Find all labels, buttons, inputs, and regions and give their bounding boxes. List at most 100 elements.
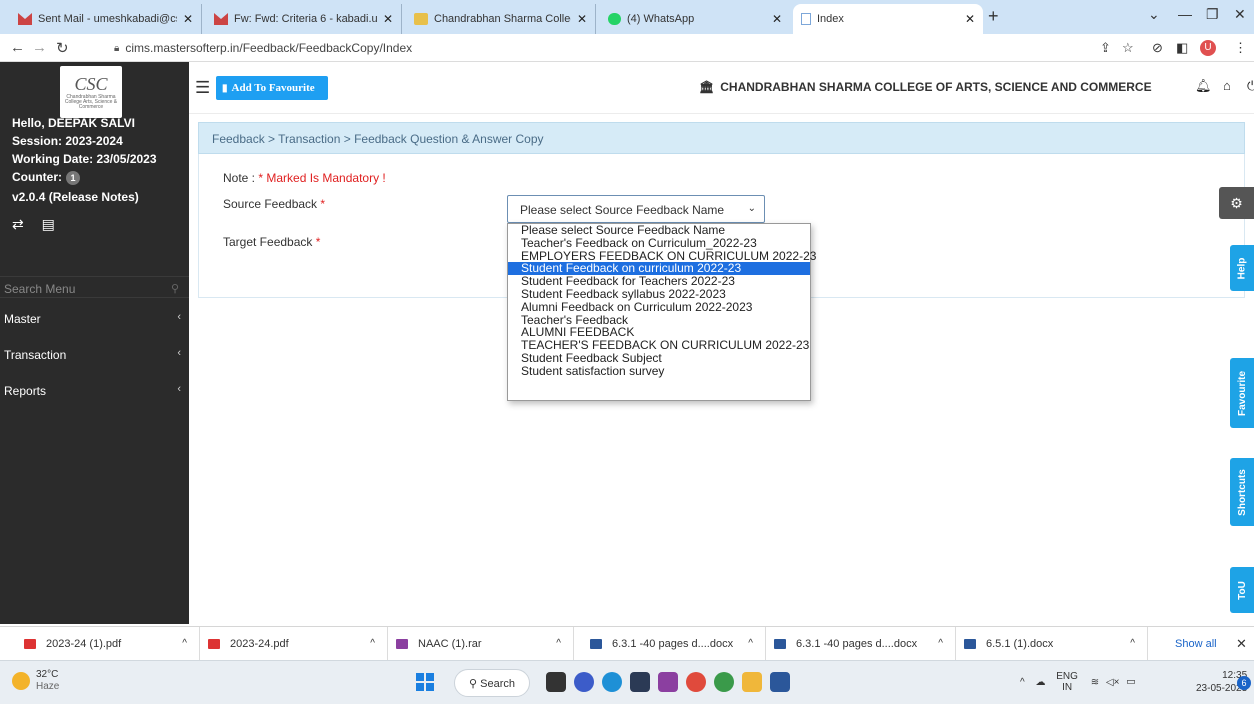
power-icon[interactable]: ⏻ bbox=[1247, 78, 1254, 94]
word-icon[interactable] bbox=[770, 672, 790, 692]
reload-icon[interactable]: ↻ bbox=[56, 39, 69, 57]
chevron-up-icon[interactable]: ^ bbox=[1130, 638, 1135, 649]
winrar-icon[interactable] bbox=[658, 672, 678, 692]
mandatory-note: Note : * Marked Is Mandatory ! bbox=[223, 171, 386, 185]
chevron-left-icon: ‹ bbox=[177, 347, 181, 359]
sidebar-item-transaction[interactable]: Transaction ‹ bbox=[0, 342, 189, 366]
sidebar: CSC Chandrabhan Sharma College Arts, Sci… bbox=[0, 62, 189, 624]
chevron-up-icon[interactable]: ^ bbox=[1020, 677, 1025, 688]
show-all-downloads-link[interactable]: Show all bbox=[1175, 638, 1217, 650]
restore-icon[interactable]: ❐ bbox=[1206, 6, 1219, 23]
back-icon[interactable]: ← bbox=[10, 39, 25, 56]
add-to-favourite-button[interactable]: ▮ Add To Favourite bbox=[216, 76, 328, 100]
download-item[interactable]: 6.5.1 (1).docx ^ bbox=[956, 627, 1148, 661]
word-file-icon bbox=[964, 639, 976, 649]
dropdown-option[interactable]: Student Feedback Subject bbox=[508, 352, 810, 365]
downloads-bar: 2023-24 (1).pdf ^ 2023-24.pdf ^ NAAC (1).r… bbox=[0, 626, 1254, 661]
forward-icon[interactable]: → bbox=[32, 39, 47, 56]
teams-chat-icon[interactable] bbox=[574, 672, 594, 692]
volume-icon[interactable]: ◁× bbox=[1106, 677, 1120, 688]
chevron-up-icon[interactable]: ^ bbox=[370, 638, 375, 649]
wifi-icon[interactable]: ≋ bbox=[1091, 677, 1099, 688]
windows-start-icon[interactable] bbox=[416, 673, 434, 691]
whatsapp-icon bbox=[608, 13, 621, 25]
browser-tab-active[interactable]: Index ✕ bbox=[793, 4, 983, 34]
chrome-profile-icon[interactable] bbox=[714, 672, 734, 692]
search-menu-input[interactable]: Search Menu ⚲ bbox=[0, 276, 189, 298]
gear-icon: ⚙ bbox=[1230, 195, 1243, 211]
download-item[interactable]: 6.3.1 -40 pages d....docx ^ bbox=[766, 627, 956, 661]
extension-icon[interactable]: ⊘ bbox=[1152, 40, 1163, 56]
close-tab-icon[interactable]: ✕ bbox=[772, 12, 782, 26]
close-tab-icon[interactable]: ✕ bbox=[183, 12, 193, 26]
hamburger-menu-icon[interactable]: ☰ bbox=[195, 78, 210, 98]
task-view-icon[interactable] bbox=[546, 672, 566, 692]
download-item[interactable]: 6.3.1 -40 pages d....docx ^ bbox=[582, 627, 766, 661]
chevron-down-icon: ⌄ bbox=[747, 203, 756, 214]
url-bar[interactable]: 🔒︎ cims.mastersofterp.in/Feedback/Feedba… bbox=[104, 36, 1124, 60]
chevron-up-icon[interactable]: ^ bbox=[182, 638, 187, 649]
download-item[interactable]: NAAC (1).rar ^ bbox=[388, 627, 574, 661]
taskbar-search[interactable]: ⚲ Search bbox=[454, 669, 530, 697]
bookmark-icon: ▮ bbox=[222, 82, 228, 94]
counter-badge: 1 bbox=[66, 171, 80, 185]
browser-tab[interactable]: Sent Mail - umeshkabadi@cscoll✕ bbox=[10, 4, 202, 34]
rar-archive-icon bbox=[396, 639, 408, 649]
shortcuts-tab[interactable]: Shortcuts bbox=[1230, 458, 1254, 526]
new-tab-icon[interactable]: + bbox=[988, 6, 999, 27]
help-tab[interactable]: Help bbox=[1230, 245, 1254, 291]
weather-widget[interactable]: 32°C Haze bbox=[12, 669, 59, 693]
notification-badge[interactable]: 6 bbox=[1237, 676, 1251, 690]
sidebar-icons: ⇄ ▤ bbox=[12, 216, 55, 233]
browser-tab[interactable]: Chandrabhan Sharma College - ✕ bbox=[406, 4, 596, 34]
chevron-up-icon[interactable]: ^ bbox=[556, 638, 561, 649]
college-logo[interactable]: CSC Chandrabhan Sharma College Arts, Sci… bbox=[60, 66, 122, 118]
settings-gear-button[interactable]: ⚙ bbox=[1219, 187, 1254, 219]
battery-icon[interactable]: ▭ bbox=[1126, 677, 1135, 688]
profile-avatar[interactable]: U bbox=[1200, 40, 1216, 56]
close-tab-icon[interactable]: ✕ bbox=[577, 12, 587, 26]
sidebar-item-master[interactable]: Master ‹ bbox=[0, 306, 189, 330]
side-panel-icon[interactable]: ◧ bbox=[1176, 40, 1188, 56]
dropdown-option[interactable]: Student Feedback syllabus 2022-2023 bbox=[508, 288, 810, 301]
browser-tab[interactable]: Fw: Fwd: Criteria 6 - kabadi.umes✕ bbox=[206, 4, 402, 34]
sidebar-item-reports[interactable]: Reports ‹ bbox=[0, 378, 189, 402]
release-notes-link[interactable]: v2.0.4 (Release Notes) bbox=[12, 190, 139, 204]
download-item[interactable]: 2023-24.pdf ^ bbox=[200, 627, 388, 661]
dropdown-option[interactable]: Please select Source Feedback Name bbox=[508, 224, 810, 237]
browser-tab[interactable]: (4) WhatsApp ✕ bbox=[600, 4, 790, 34]
edge-icon[interactable] bbox=[602, 672, 622, 692]
search-icon: ⚲ bbox=[170, 283, 179, 295]
browser-tab-bar: Sent Mail - umeshkabadi@cscoll✕ Fw: Fwd:… bbox=[0, 0, 1254, 34]
document-icon[interactable]: ▤ bbox=[42, 216, 55, 232]
share-icon[interactable]: ⇪ bbox=[1100, 40, 1111, 56]
target-feedback-label: Target Feedback * bbox=[223, 235, 321, 249]
favourite-tab[interactable]: Favourite bbox=[1230, 358, 1254, 428]
home-icon[interactable]: ⌂ bbox=[1223, 78, 1231, 93]
chevron-up-icon[interactable]: ^ bbox=[938, 638, 943, 649]
tab-search-icon[interactable]: ⌄ bbox=[1148, 6, 1160, 23]
dropdown-option[interactable]: Alumni Feedback on Curriculum 2022-2023 bbox=[508, 300, 810, 314]
network-drive-icon[interactable]: ☁ bbox=[1035, 677, 1045, 688]
tou-tab[interactable]: ToU bbox=[1230, 567, 1254, 613]
minimize-icon[interactable]: — bbox=[1178, 6, 1192, 22]
download-item[interactable]: 2023-24 (1).pdf ^ bbox=[16, 627, 200, 661]
bookmark-star-icon[interactable]: ☆ bbox=[1122, 40, 1134, 56]
bell-icon[interactable]: 🔔︎ bbox=[1195, 78, 1212, 94]
menu-kebab-icon[interactable]: ⋮ bbox=[1234, 40, 1247, 56]
close-downloads-icon[interactable]: ✕ bbox=[1236, 636, 1247, 652]
chevron-up-icon[interactable]: ^ bbox=[748, 638, 753, 649]
switch-icon[interactable]: ⇄ bbox=[12, 216, 24, 232]
store-icon[interactable] bbox=[630, 672, 650, 692]
source-feedback-select[interactable]: Please select Source Feedback Name ⌄ bbox=[507, 195, 765, 223]
sun-haze-icon bbox=[12, 672, 30, 690]
chrome-icon[interactable] bbox=[686, 672, 706, 692]
dropdown-option[interactable]: Student satisfaction survey bbox=[508, 364, 810, 378]
chevron-left-icon: ‹ bbox=[177, 383, 181, 395]
close-window-icon[interactable]: ✕ bbox=[1234, 6, 1246, 23]
file-explorer-icon[interactable] bbox=[742, 672, 762, 692]
close-tab-icon[interactable]: ✕ bbox=[383, 12, 393, 26]
close-tab-icon[interactable]: ✕ bbox=[965, 12, 975, 26]
college-favicon-icon bbox=[414, 13, 428, 25]
dropdown-option[interactable]: Teacher's Feedback on Curriculum_2022-23 bbox=[508, 236, 810, 250]
